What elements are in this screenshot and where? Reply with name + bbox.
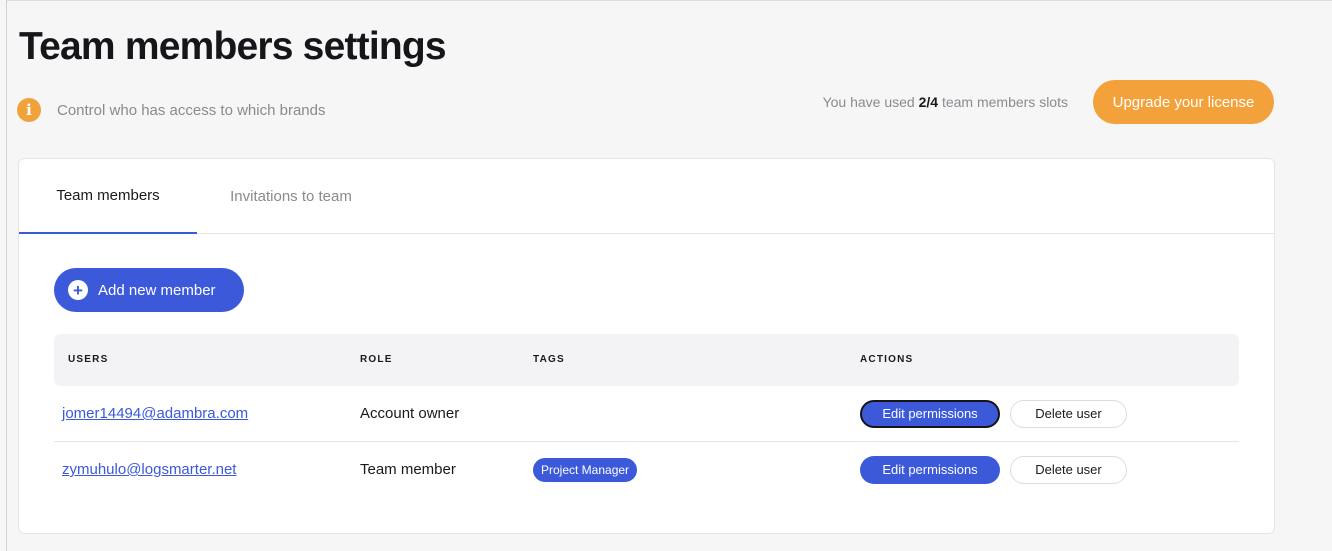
page-title: Team members settings bbox=[19, 25, 447, 68]
user-email-cell: zymuhulo@logsmarter.net bbox=[62, 442, 236, 497]
table-row: zymuhulo@logsmarter.net Team member Proj… bbox=[54, 442, 1239, 497]
table-row: jomer14494@adambra.com Account owner Edi… bbox=[54, 386, 1239, 442]
table-header: USERS ROLE TAGS ACTIONS bbox=[54, 334, 1239, 386]
column-header-users: USERS bbox=[68, 354, 109, 365]
user-email-link[interactable]: jomer14494@adambra.com bbox=[62, 405, 248, 422]
user-email-cell: jomer14494@adambra.com bbox=[62, 386, 248, 441]
tab-bar: Team members Invitations to team bbox=[19, 159, 1274, 234]
tab-team-members[interactable]: Team members bbox=[19, 159, 197, 234]
upgrade-license-button[interactable]: Upgrade your license bbox=[1093, 80, 1274, 124]
tab-invitations[interactable]: Invitations to team bbox=[209, 159, 373, 233]
role-text: Team member bbox=[360, 461, 456, 478]
info-icon: i bbox=[17, 98, 41, 122]
team-card: Team members Invitations to team + Add n… bbox=[18, 158, 1275, 534]
actions-cell: Edit permissions Delete user bbox=[860, 386, 1127, 441]
edit-permissions-button[interactable]: Edit permissions bbox=[860, 399, 1000, 428]
slots-prefix: You have used bbox=[822, 94, 919, 110]
slots-suffix: team members slots bbox=[938, 94, 1068, 110]
tags-cell: Project Manager bbox=[533, 442, 638, 497]
slots-usage: You have used 2/4 team members slots bbox=[823, 94, 1068, 110]
role-text: Account owner bbox=[360, 405, 460, 422]
role-cell: Account owner bbox=[360, 386, 459, 441]
info-text: Control who has access to which brands bbox=[57, 101, 326, 119]
page: Team members settings i Control who has … bbox=[6, 0, 1332, 551]
delete-user-button[interactable]: Delete user bbox=[1010, 399, 1127, 428]
slots-count: 2/4 bbox=[918, 94, 939, 110]
role-cell: Team member bbox=[360, 442, 456, 497]
user-email-link[interactable]: zymuhulo@logsmarter.net bbox=[62, 461, 236, 478]
add-new-member-label: Add new member bbox=[98, 281, 216, 299]
column-header-role: ROLE bbox=[360, 354, 393, 365]
edit-permissions-button[interactable]: Edit permissions bbox=[860, 455, 1000, 484]
add-new-member-button[interactable]: + Add new member bbox=[54, 268, 244, 312]
column-header-actions: ACTIONS bbox=[860, 354, 914, 365]
actions-cell: Edit permissions Delete user bbox=[860, 442, 1127, 497]
column-header-tags: TAGS bbox=[533, 354, 565, 365]
plus-icon: + bbox=[68, 280, 88, 300]
info-row: i Control who has access to which brands bbox=[17, 97, 325, 123]
tag-badge: Project Manager bbox=[533, 457, 638, 482]
delete-user-button[interactable]: Delete user bbox=[1010, 455, 1127, 484]
